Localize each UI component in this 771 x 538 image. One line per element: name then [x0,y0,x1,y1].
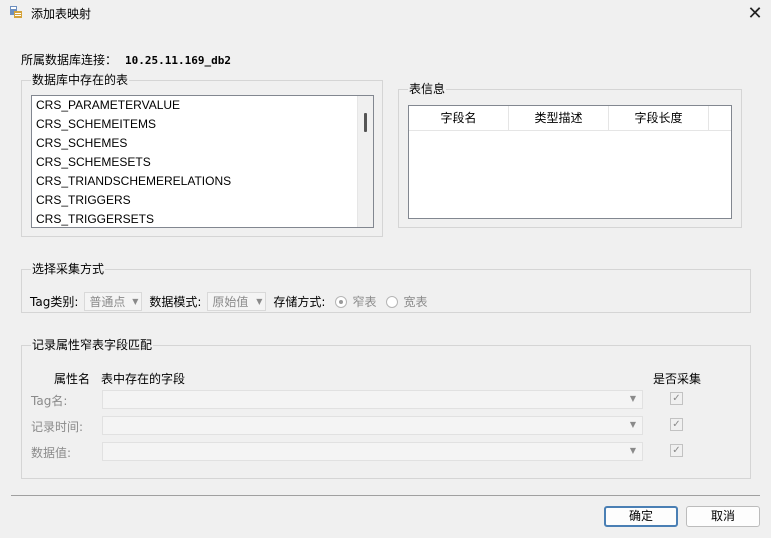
radio-empty-icon [386,295,399,308]
chevron-down-icon: ▼ [629,420,636,429]
storage-narrow-label: 窄表 [352,295,377,309]
tables-group: 数据库中存在的表 CRS_PARAMETERVALUE CRS_SCHEMEIT… [21,72,383,237]
ok-button[interactable]: 确定 [604,506,678,527]
data-value-field-select[interactable]: ▼ [102,442,643,461]
field-mapping-legend: 记录属性窄表字段匹配 [31,337,154,353]
collect-header: 是否采集 [653,372,702,386]
cancel-button[interactable]: 取消 [686,506,760,527]
table-list-item[interactable]: CRS_SCHEMESETS [32,153,373,172]
record-time-label: 记录时间: [31,420,84,434]
table-list-item[interactable]: CRS_TRIANDSCHEMERELATIONS [32,172,373,191]
field-table[interactable]: 字段名 类型描述 字段长度 [408,105,732,219]
checkmark-icon: ✓ [672,445,681,456]
table-field-header: 表中存在的字段 [101,372,186,386]
collection-method-group: 选择采集方式 Tag类别: 普通点 ▼ 数据模式: 原始值 ▼ 存储方式: 窄表… [21,261,751,313]
data-value-collect-checkbox[interactable]: ✓ [670,444,683,457]
data-mode-select[interactable]: 原始值 ▼ [207,292,267,311]
storage-wide-label: 宽表 [403,295,428,309]
table-list-item[interactable]: CRS_SCHEMEITEMS [32,115,373,134]
window-title: 添加表映射 [31,7,92,21]
tag-type-value: 普通点 [89,295,126,309]
app-icon [10,6,22,18]
table-list-item[interactable]: CRS_TRIGGERS [32,191,373,210]
record-time-collect-checkbox[interactable]: ✓ [670,418,683,431]
table-list-item[interactable]: CRS_SCHEMES [32,134,373,153]
storage-narrow-radio[interactable]: 窄表 [335,293,376,310]
radio-selected-icon [335,295,348,308]
column-header-type[interactable]: 类型描述 [509,106,609,130]
close-button[interactable]: ✕ [739,0,771,26]
tag-type-select[interactable]: 普通点 ▼ [84,292,143,311]
tag-name-field-select[interactable]: ▼ [102,390,643,409]
field-mapping-group: 记录属性窄表字段匹配 属性名 表中存在的字段 是否采集 Tag名: ▼ ✓ 记录… [21,337,751,479]
storage-wide-radio[interactable]: 宽表 [386,293,427,310]
footer-divider [11,495,760,496]
column-header-field-name[interactable]: 字段名 [409,106,509,130]
chevron-down-icon: ▼ [629,446,636,455]
collection-method-row: Tag类别: 普通点 ▼ 数据模式: 原始值 ▼ 存储方式: 窄表 宽表 [30,292,427,311]
scrollbar-thumb[interactable] [364,113,367,132]
table-list-scrollbar[interactable] [357,96,373,227]
tag-name-label: Tag名: [31,394,68,408]
record-time-field-select[interactable]: ▼ [102,416,643,435]
tables-group-legend: 数据库中存在的表 [31,72,130,88]
checkmark-icon: ✓ [672,419,681,430]
data-value-label: 数据值: [31,446,72,460]
data-mode-value: 原始值 [212,295,249,309]
column-header-length[interactable]: 字段长度 [609,106,709,130]
storage-label: 存储方式: [273,295,326,309]
table-list-item[interactable]: CRS_TRIGGERSETS [32,210,373,227]
attr-name-header: 属性名 [54,372,91,386]
tag-name-collect-checkbox[interactable]: ✓ [670,392,683,405]
checkmark-icon: ✓ [672,393,681,404]
field-table-header: 字段名 类型描述 字段长度 [409,106,731,131]
title-bar: 添加表映射 ✕ [0,0,771,26]
close-icon: ✕ [747,2,763,24]
chevron-down-icon: ▼ [629,394,636,403]
tag-type-label: Tag类别: [30,295,79,309]
table-list[interactable]: CRS_PARAMETERVALUE CRS_SCHEMEITEMS CRS_S… [31,95,374,228]
table-info-legend: 表信息 [408,81,447,97]
connection-info: 所属数据库连接： 10.25.11.169_db2 [21,51,231,68]
chevron-down-icon: ▼ [132,297,139,306]
table-list-item[interactable]: CRS_PARAMETERVALUE [32,96,373,115]
data-mode-label: 数据模式: [149,295,202,309]
collection-method-legend: 选择采集方式 [31,261,106,277]
connection-value: 10.25.11.169_db2 [125,54,231,67]
connection-label: 所属数据库连接： [21,53,118,67]
chevron-down-icon: ▼ [256,297,263,306]
table-info-group: 表信息 字段名 类型描述 字段长度 [398,81,742,228]
